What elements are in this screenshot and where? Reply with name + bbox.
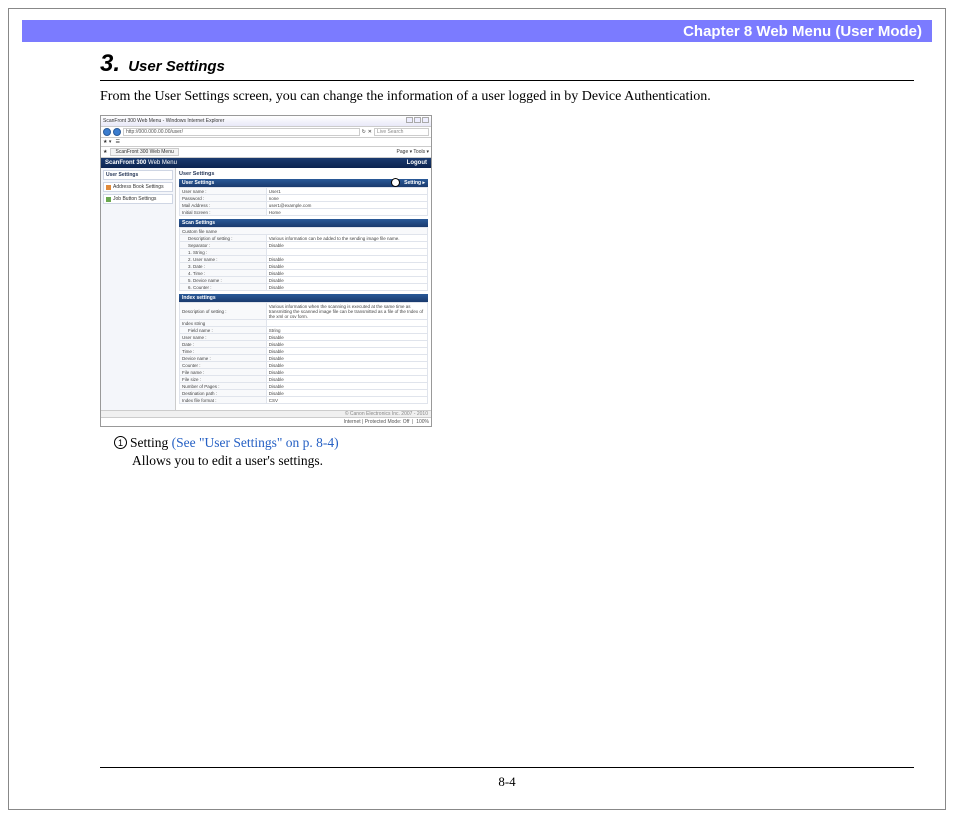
browser-nav-bar: http://000.000.00.00/user/ ↻ ✕ Live Sear…	[101, 127, 431, 138]
sidebar-item-job: Job Button Settings	[103, 194, 173, 204]
table-row: Index string	[180, 320, 428, 327]
index-settings-table: Description of setting :Various informat…	[179, 302, 428, 404]
table-row: File name :Disable	[180, 369, 428, 376]
table-row: 4. Time :Disable	[180, 270, 428, 277]
chapter-header: Chapter 8 Web Menu (User Mode)	[22, 20, 932, 42]
table-row: 2. User name :Disable	[180, 256, 428, 263]
favorites-bar: ★ ▾ ☰	[101, 138, 431, 147]
user-settings-bar: User Settings Setting ▸ 1	[179, 179, 428, 187]
app-name: ScanFront 300	[105, 160, 146, 166]
address-bar: http://000.000.00.00/user/	[123, 128, 360, 136]
main-heading: User Settings	[179, 171, 428, 177]
table-row: User name :Disable	[180, 334, 428, 341]
table-row: User name :User1	[180, 188, 428, 195]
search-box: Live Search	[374, 128, 429, 136]
page-tools: Page ▾ Tools ▾	[397, 149, 429, 155]
table-row: Initial Screen :Home	[180, 209, 428, 216]
table-row: Destination path :Disable	[180, 390, 428, 397]
address-book-icon	[106, 185, 111, 190]
table-row: Description of setting :Various informat…	[180, 303, 428, 320]
app-main: User Settings User Settings Setting ▸ 1 …	[176, 168, 431, 410]
window-title-text: ScanFront 300 Web Menu - Windows Interne…	[103, 118, 224, 124]
table-row: Mail Address :user1@example.com	[180, 202, 428, 209]
refresh-icon: ↻	[362, 129, 366, 135]
tab-toolbar-row: ★ ScanFront 300 Web Menu Page ▾ Tools ▾	[101, 147, 431, 158]
table-row: Time :Disable	[180, 348, 428, 355]
user-settings-table: User name :User1 Password :none Mail Add…	[179, 187, 428, 216]
browser-tab: ScanFront 300 Web Menu	[110, 148, 178, 156]
setting-link: Setting ▸	[404, 180, 425, 186]
status-text: Internet | Protected Mode: Off	[344, 419, 410, 425]
table-row: Custom file name	[180, 228, 428, 235]
sidebar-item-address: Address Book Settings	[103, 182, 173, 192]
app-body: User Settings Address Book Settings Job …	[101, 168, 431, 410]
back-icon	[103, 128, 111, 136]
browser-status-bar: Internet | Protected Mode: Off | 100%	[101, 417, 431, 426]
forward-icon	[113, 128, 121, 136]
table-row: 6. Counter :Disable	[180, 284, 428, 291]
table-row: Description of setting :Various informat…	[180, 235, 428, 242]
sidebar-head: User Settings	[103, 170, 173, 180]
table-row: Separator :Disable	[180, 242, 428, 249]
table-row: 3. Date :Disable	[180, 263, 428, 270]
callout-marker-1: 1	[391, 178, 400, 187]
section-title-text: User Settings	[128, 58, 225, 75]
favorites-star-icon: ★	[103, 149, 107, 155]
copyright-footer: © Canon Electronics Inc. 2007 - 2010	[101, 410, 431, 417]
browser-titlebar: ScanFront 300 Web Menu - Windows Interne…	[101, 116, 431, 127]
app-subtitle: Web Menu	[148, 160, 177, 166]
annotation-number-icon: 1	[114, 436, 127, 449]
user-settings-bar-title: User Settings	[182, 180, 214, 186]
app-sidebar: User Settings Address Book Settings Job …	[101, 168, 176, 410]
scan-settings-bar: Scan Settings	[179, 219, 428, 227]
stop-icon: ✕	[368, 129, 372, 135]
favorites-icons: ★ ▾ ☰	[103, 139, 120, 145]
app-header-bar: ScanFront 300 Web Menu Logout	[101, 158, 431, 168]
page-footer: 8-4	[100, 767, 914, 790]
table-row: File size :Disable	[180, 376, 428, 383]
window-controls	[405, 117, 429, 125]
table-row: Number of Pages :Disable	[180, 383, 428, 390]
annotation-label: Setting	[130, 435, 172, 450]
table-row: Field name :String	[180, 327, 428, 334]
content-area: 3. User Settings From the User Settings …	[100, 50, 914, 469]
index-settings-bar: Index settings	[179, 294, 428, 302]
embedded-screenshot: ScanFront 300 Web Menu - Windows Interne…	[100, 115, 432, 427]
table-row: Password :none	[180, 195, 428, 202]
table-row: 1. String :	[180, 249, 428, 256]
table-row: Counter :Disable	[180, 362, 428, 369]
section-number: 3.	[100, 50, 120, 77]
job-button-icon	[106, 197, 111, 202]
logout-link: Logout	[407, 160, 427, 166]
chapter-title: Chapter 8 Web Menu (User Mode)	[683, 23, 922, 40]
zoom-level: 100%	[416, 419, 429, 425]
table-row: Index file format :CSV	[180, 397, 428, 404]
table-row: Device name :Disable	[180, 355, 428, 362]
section-heading: 3. User Settings	[100, 50, 914, 81]
annotation-description: Allows you to edit a user's settings.	[132, 453, 914, 469]
intro-paragraph: From the User Settings screen, you can c…	[100, 89, 914, 105]
table-row: Date :Disable	[180, 341, 428, 348]
cross-reference-link[interactable]: (See "User Settings" on p. 8-4)	[172, 435, 339, 450]
page-number: 8-4	[498, 774, 515, 789]
table-row: 5. Device name :Disable	[180, 277, 428, 284]
annotation-line: 1Setting (See "User Settings" on p. 8-4)	[114, 435, 914, 451]
scan-settings-table: Custom file name Description of setting …	[179, 227, 428, 291]
